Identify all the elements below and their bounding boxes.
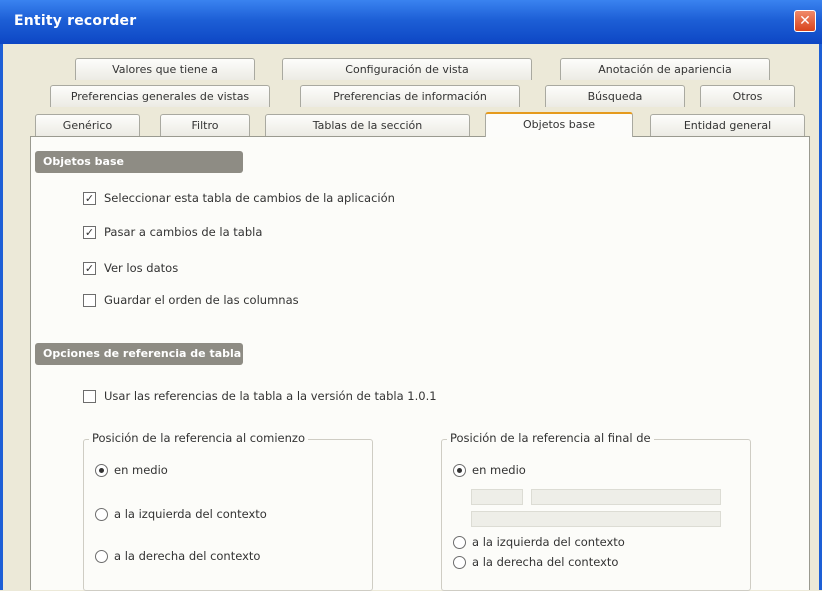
option-row[interactable]: ✓ Ver los datos [83, 261, 178, 275]
tab-panel: Objetos base ✓ Seleccionar esta tabla de… [30, 136, 810, 591]
radio-label: en medio [114, 463, 168, 477]
option-label: Pasar a cambios de la tabla [104, 225, 263, 239]
radio-option[interactable]: a la izquierda del contexto [453, 535, 625, 549]
radio-label: a la derecha del contexto [114, 549, 261, 563]
window-title: Entity recorder [14, 13, 137, 29]
checkbox[interactable] [83, 293, 96, 307]
disabled-input [471, 489, 523, 505]
tab-tablas-seccion[interactable]: Tablas de la sección [265, 114, 470, 136]
checkbox[interactable]: ✓ [83, 225, 96, 239]
tab-busqueda[interactable]: Búsqueda [545, 85, 685, 107]
option-row[interactable]: Usar las referencias de la tabla a la ve… [83, 389, 437, 403]
tab-valores[interactable]: Valores que tiene a [75, 58, 255, 80]
tab-entidad-general[interactable]: Entidad general [650, 114, 805, 136]
radio-label: a la izquierda del contexto [114, 507, 267, 521]
radio-label: a la izquierda del contexto [472, 535, 625, 549]
radio-label: en medio [472, 463, 526, 477]
tab-generico[interactable]: Genérico [35, 114, 140, 136]
disabled-input [471, 511, 721, 527]
option-row[interactable]: ✓ Pasar a cambios de la tabla [83, 225, 262, 239]
radio-option[interactable]: a la izquierda del contexto [95, 507, 267, 521]
radio-option[interactable]: en medio [95, 463, 168, 477]
radio-option[interactable]: a la derecha del contexto [95, 549, 260, 563]
title-bar: Entity recorder ✕ [0, 0, 822, 44]
radio-button[interactable] [453, 555, 466, 569]
radio-label: a la derecha del contexto [472, 555, 619, 569]
tab-objetos-base[interactable]: Objetos base [485, 112, 633, 137]
group-title: Posición de la referencia al comienzo [89, 431, 308, 445]
option-label: Usar las referencias de la tabla a la ve… [104, 389, 437, 403]
option-label: Guardar el orden de las columnas [104, 293, 299, 307]
tab-preferencias-generales[interactable]: Preferencias generales de vistas [50, 85, 270, 107]
checkbox[interactable] [83, 389, 96, 403]
tab-anotacion[interactable]: Anotación de apariencia [560, 58, 770, 80]
tab-otros[interactable]: Otros [700, 85, 795, 107]
section-header-objetos: Objetos base [35, 151, 243, 173]
option-row[interactable]: Guardar el orden de las columnas [83, 293, 299, 307]
radio-option[interactable]: a la derecha del contexto [453, 555, 618, 569]
checkbox[interactable]: ✓ [83, 191, 96, 205]
checkbox[interactable]: ✓ [83, 261, 96, 275]
option-row[interactable]: ✓ Seleccionar esta tabla de cambios de l… [83, 191, 395, 205]
radio-button[interactable] [453, 463, 466, 477]
radio-button[interactable] [95, 549, 108, 563]
disabled-input [531, 489, 721, 505]
section-header-referencia: Opciones de referencia de tabla [35, 343, 243, 365]
radio-button[interactable] [95, 507, 108, 521]
close-icon: ✕ [799, 13, 811, 29]
tab-preferencias-informacion[interactable]: Preferencias de información [300, 85, 520, 107]
close-button[interactable]: ✕ [794, 10, 816, 32]
option-label: Seleccionar esta tabla de cambios de la … [104, 191, 395, 205]
tab-configuracion-vista[interactable]: Configuración de vista [282, 58, 532, 80]
option-label: Ver los datos [104, 261, 179, 275]
radio-button[interactable] [453, 535, 466, 549]
radio-option[interactable]: en medio [453, 463, 526, 477]
radio-button[interactable] [95, 463, 108, 477]
tab-filtro[interactable]: Filtro [160, 114, 250, 136]
group-title: Posición de la referencia al final de [447, 431, 654, 445]
